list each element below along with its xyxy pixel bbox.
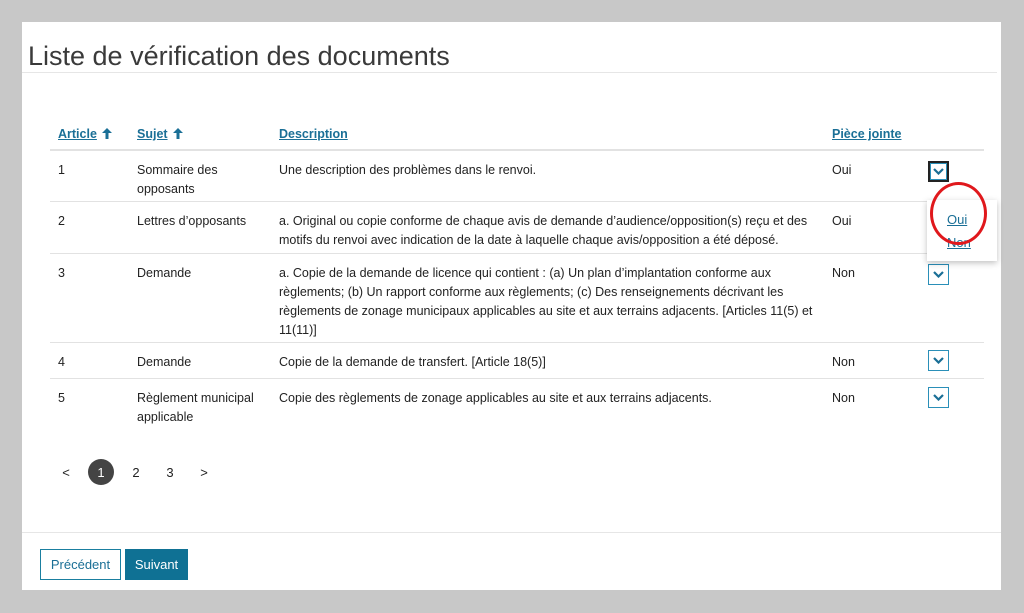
pagination-page-1[interactable]: 1 [88, 459, 114, 485]
dropdown-option-non[interactable]: Non [947, 235, 971, 250]
attachment-dropdown-button[interactable] [928, 264, 949, 285]
dropdown-option-oui[interactable]: Oui [947, 212, 967, 227]
footer-divider [22, 532, 1001, 533]
cell-article: 5 [58, 391, 65, 405]
chevron-down-icon [933, 357, 944, 364]
header-sujet-label: Sujet [137, 127, 168, 141]
documents-table: Article Sujet Description Pièce jointe 1… [50, 125, 984, 431]
main-panel: Liste de vérification des documents Arti… [22, 22, 1001, 590]
sort-up-arrow-icon [101, 128, 112, 139]
attachment-dropdown-button[interactable] [928, 387, 949, 408]
pagination-page-3[interactable]: 3 [157, 459, 183, 485]
sort-up-arrow-icon [172, 128, 183, 139]
cell-description: Copie des règlements de zonage applicabl… [279, 391, 712, 405]
page-title: Liste de vérification des documents [28, 41, 450, 71]
header-description[interactable]: Description [279, 127, 348, 141]
table-row: 3 Demande a. Copie de la demande de lice… [50, 254, 984, 343]
table-row: 1 Sommaire des opposants Une description… [50, 151, 984, 202]
cell-sujet: Sommaire des opposants [137, 163, 218, 196]
pagination-prev[interactable]: < [53, 459, 79, 485]
cell-sujet: Lettres d’opposants [137, 214, 247, 228]
chevron-down-icon [933, 271, 944, 278]
title-divider [22, 72, 997, 73]
cell-piece-jointe: Oui [832, 214, 852, 228]
cell-sujet: Demande [137, 266, 192, 280]
header-article-label: Article [58, 127, 97, 141]
cell-sujet: Demande [137, 355, 192, 369]
cell-description: a. Original ou copie conforme de chaque … [279, 214, 808, 247]
cell-description: a. Copie de la demande de licence qui co… [279, 266, 813, 337]
table-row: 2 Lettres d’opposants a. Original ou cop… [50, 202, 984, 254]
chevron-down-icon [933, 394, 944, 401]
previous-button[interactable]: Précédent [40, 549, 121, 580]
cell-article: 2 [58, 214, 65, 228]
cell-sujet: Règlement municipal applicable [137, 391, 254, 424]
chevron-down-icon [933, 168, 944, 175]
table-header: Article Sujet Description Pièce jointe [50, 125, 984, 151]
table-row: 4 Demande Copie de la demande de transfe… [50, 343, 984, 379]
attachment-dropdown-menu: Oui Non [927, 200, 997, 261]
cell-piece-jointe: Non [832, 266, 855, 280]
pagination-page-2[interactable]: 2 [123, 459, 149, 485]
attachment-dropdown-button[interactable] [928, 161, 949, 182]
cell-piece-jointe: Non [832, 355, 855, 369]
cell-description: Copie de la demande de transfert. [Artic… [279, 355, 546, 369]
pagination-next[interactable]: > [191, 459, 217, 485]
table-row: 5 Règlement municipal applicable Copie d… [50, 379, 984, 431]
next-button[interactable]: Suivant [125, 549, 188, 580]
header-piece-jointe[interactable]: Pièce jointe [832, 127, 901, 141]
cell-article: 3 [58, 266, 65, 280]
cell-piece-jointe: Oui [832, 163, 852, 177]
cell-article: 1 [58, 163, 65, 177]
header-sujet[interactable]: Sujet [137, 127, 183, 141]
cell-description: Une description des problèmes dans le re… [279, 163, 537, 177]
cell-article: 4 [58, 355, 65, 369]
header-article[interactable]: Article [58, 127, 112, 141]
cell-piece-jointe: Non [832, 391, 855, 405]
attachment-dropdown-button[interactable] [928, 350, 949, 371]
